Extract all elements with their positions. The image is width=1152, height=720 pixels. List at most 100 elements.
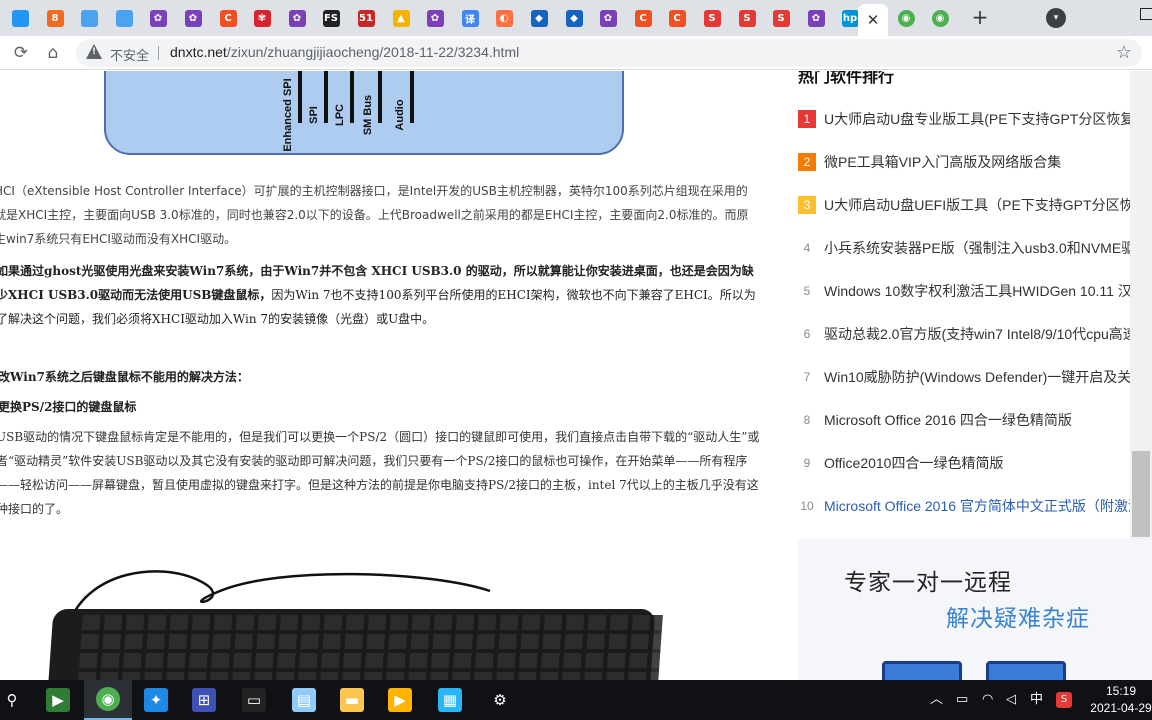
ad-line-2: 解决疑难杂症 [946,606,1090,632]
browser-tab[interactable] [75,5,103,31]
browser-tab[interactable] [6,5,34,31]
browser-tab[interactable]: ◉ [892,5,920,31]
ranking-item[interactable]: 7 Win10威胁防护(Windows Defender)一键开启及关闭 [798,367,1152,389]
rank-title[interactable]: 小兵系统安装器PE版（强制注入usb3.0和NVME驱动） [824,238,1152,258]
taskbar-search-icon: ⚲ [0,688,24,712]
browser-tab[interactable]: C [214,5,242,31]
browser-tab[interactable] [110,5,138,31]
browser-tab[interactable]: ◉ [926,5,954,31]
browser-tab[interactable]: 51 [352,5,380,31]
taskbar-settings-button[interactable]: ⚙ [476,680,524,720]
rank-title[interactable]: Windows 10数字权利激活工具HWIDGen 10.11 汉化版 [824,281,1152,301]
active-tab[interactable]: ✕ [858,4,888,36]
taskbar-bird-button[interactable]: ✦ [132,680,180,720]
sidebar-scrollbar[interactable] [1130,71,1152,539]
ranking-item[interactable]: 5 Windows 10数字权利激活工具HWIDGen 10.11 汉化版 [798,281,1152,303]
ranking-item[interactable]: 10 Microsoft Office 2016 官方简体中文正式版（附激活） [798,496,1152,518]
close-tab-icon[interactable]: ✕ [867,11,880,29]
remote-support-ad[interactable]: 专家一对一远程 解决疑难杂症 [798,539,1152,680]
ranking-item[interactable]: 9 Office2010四合一绿色精简版 [798,453,1152,475]
browser-tab[interactable]: C [629,5,657,31]
paragraph-xhci-intro: HCI（eXtensible Host Controller Interface… [0,184,749,246]
rank-title[interactable]: U大师启动U盘专业版工具(PE下支持GPT分区恢复系统) [824,109,1152,129]
tray-overflow-icon[interactable]: ︿ [930,680,943,720]
bus-label: Audio [394,99,406,131]
paw-icon: ✿ [599,9,617,27]
system-clock[interactable]: 15:19 2021-04-29 [1090,683,1152,717]
home-icon[interactable]: ⌂ [42,42,64,64]
rank-title[interactable]: 微PE工具箱VIP入门高版及网络版合集 [824,152,1061,172]
browser-tab[interactable]: ✿ [283,5,311,31]
rank-number: 6 [803,327,811,341]
ranking-item[interactable]: 2 微PE工具箱VIP入门高版及网络版合集 [798,152,1152,174]
tray-wifi-icon[interactable]: ◠ [982,680,993,720]
browser-tab[interactable]: ◐ [490,5,518,31]
url-text[interactable]: dnxtc.net/zixun/zhuangjijiaocheng/2018-1… [170,44,519,60]
taskbar-chrome-icon: ◉ [96,687,120,711]
ranking-item[interactable]: 3 U大师启动U盘UEFI版工具（PE下支持GPT分区恢复系统） [798,195,1152,217]
taskbar-folder-button[interactable]: ▬ [328,680,376,720]
taskbar-media-icon: ▶ [46,688,70,712]
tray-volume-icon[interactable]: ◁ [1006,680,1016,720]
browser-tab[interactable]: ✿ [802,5,830,31]
tray-ime-label[interactable]: 中 [1030,680,1043,720]
rank-number: 4 [803,241,811,255]
taskbar-folder-icon: ▬ [340,688,364,712]
browser-tab[interactable]: ✿ [179,5,207,31]
paw-icon: ✿ [288,9,306,27]
new-tab-button[interactable]: + [968,6,992,30]
security-label[interactable]: 不安全 [110,45,149,64]
rainbow-icon: ◐ [495,9,513,27]
browser-tab[interactable]: C [663,5,691,31]
reload-icon[interactable]: ⟳ [10,42,32,64]
bookmark-star-icon[interactable]: ☆ [1116,42,1132,63]
navigation-bar: ⟳ ⌂ 不安全 dnxtc.net/zixun/zhuangjijiaochen… [0,36,1152,70]
window-restore-icon[interactable] [1140,8,1152,20]
taskbar-doc-button[interactable]: ▤ [280,680,328,720]
warning-icon[interactable] [86,44,102,59]
browser-tab[interactable]: 译 [456,5,484,31]
browser-tab[interactable]: S [767,5,795,31]
taskbar-chrome-button[interactable]: ◉ [84,680,132,720]
rank-number: 8 [803,413,811,427]
ranking-item[interactable]: 1 U大师启动U盘专业版工具(PE下支持GPT分区恢复系统) [798,109,1152,131]
browser-tab[interactable]: ◆ [560,5,588,31]
taskbar-search-button[interactable]: ⚲ [0,680,24,720]
clock-time: 15:19 [1105,684,1137,698]
address-bar[interactable]: 不安全 dnxtc.net/zixun/zhuangjijiaocheng/20… [76,39,1142,67]
keyboard-keys [77,615,663,680]
taskbar-photo-button[interactable]: ▦ [426,680,474,720]
tray-sogou-icon[interactable]: S [1056,680,1072,720]
browser-tab[interactable]: ◆ [525,5,553,31]
browser-tab[interactable]: ✿ [594,5,622,31]
taskbar-cmd-button[interactable]: ▭ [230,680,278,720]
browser-tab[interactable]: FS [317,5,345,31]
ranking-item[interactable]: 6 驱动总裁2.0官方版(支持win7 Intel8/9/10代cpu高速驱动) [798,324,1152,346]
taskbar-video-button[interactable]: ▶ [376,680,424,720]
tab-search-icon[interactable]: ▾ [1046,8,1066,28]
tray-battery-icon[interactable]: ▭ [956,680,968,720]
browser-tab[interactable]: ✿ [144,5,172,31]
rank-title[interactable]: Microsoft Office 2016 官方简体中文正式版（附激活） [824,496,1152,516]
ranking-item[interactable]: 8 Microsoft Office 2016 四合一绿色精简版 [798,410,1152,432]
browser-tab[interactable]: ✿ [421,5,449,31]
browser-tab[interactable]: S [698,5,726,31]
chipset-diagram: Enhanced SPI SPI LPC SM Bus Audio [104,71,624,155]
browser-tab[interactable]: ▲ [387,5,415,31]
ranking-item[interactable]: 4 小兵系统安装器PE版（强制注入usb3.0和NVME驱动） [798,238,1152,260]
blue-square-icon [11,9,29,27]
browser-tab[interactable]: 8 [41,5,69,31]
browser-tab[interactable]: S [733,5,761,31]
rank-number: 10 [800,499,814,513]
rank-title[interactable]: 驱动总裁2.0官方版(支持win7 Intel8/9/10代cpu高速驱动) [824,324,1152,344]
rank-title[interactable]: U大师启动U盘UEFI版工具（PE下支持GPT分区恢复系统） [824,195,1152,215]
tv-icon [80,9,98,27]
taskbar-network-button[interactable]: ⊞ [180,680,228,720]
browser-tab[interactable]: ✾ [248,5,276,31]
clock-date: 2021-04-29 [1090,701,1152,715]
rank-title[interactable]: Microsoft Office 2016 四合一绿色精简版 [824,410,1072,430]
rank-title[interactable]: Office2010四合一绿色精简版 [824,453,1003,473]
rank-title[interactable]: Win10威胁防护(Windows Defender)一键开启及关闭 [824,367,1145,387]
tab-strip: + ▾ 8 ✿ ✿ C ✾ ✿ FS 51 ▲ ✿ 译 ◐ ◆ ◆ ✿ C C S S S ✿ hp ✕ ◉ ◉ [0,0,1152,36]
taskbar-media-button[interactable]: ▶ [34,680,82,720]
